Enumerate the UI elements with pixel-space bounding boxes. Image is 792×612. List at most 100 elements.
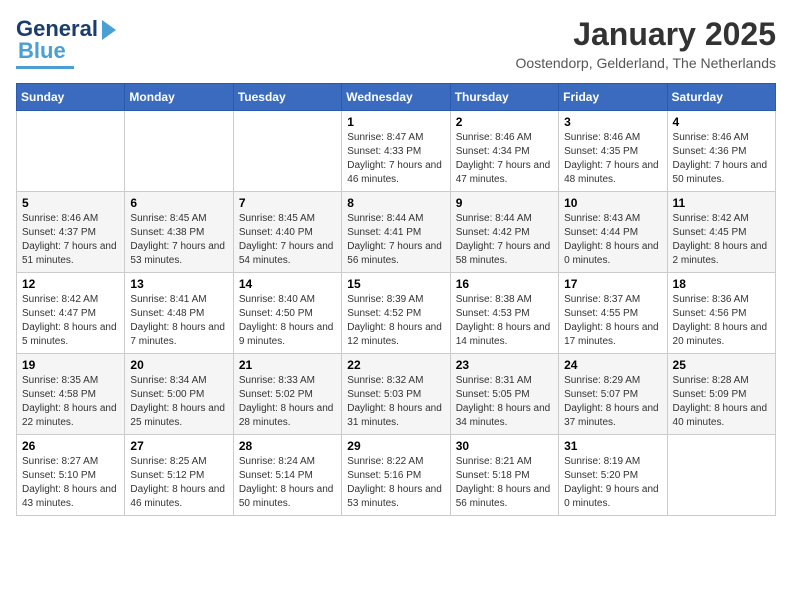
day-info-text: Sunset: 4:34 PM [456, 145, 553, 159]
day-info-text: Daylight: 8 hours and 22 minutes. [22, 402, 119, 430]
day-info-text: Daylight: 8 hours and 40 minutes. [673, 402, 770, 430]
day-info-text: Daylight: 8 hours and 20 minutes. [673, 321, 770, 349]
day-info-text: Sunset: 4:40 PM [239, 226, 336, 240]
table-row: 27Sunrise: 8:25 AMSunset: 5:12 PMDayligh… [125, 435, 233, 516]
table-row: 15Sunrise: 8:39 AMSunset: 4:52 PMDayligh… [342, 273, 450, 354]
day-info-text: Daylight: 7 hours and 50 minutes. [673, 159, 770, 187]
day-info-text: Sunset: 5:00 PM [130, 388, 227, 402]
day-info-text: Sunrise: 8:46 AM [564, 131, 661, 145]
day-info-text: Sunset: 5:05 PM [456, 388, 553, 402]
table-row [125, 111, 233, 192]
table-row: 13Sunrise: 8:41 AMSunset: 4:48 PMDayligh… [125, 273, 233, 354]
day-info-text: Daylight: 8 hours and 50 minutes. [239, 483, 336, 511]
day-info-text: Sunrise: 8:46 AM [22, 212, 119, 226]
day-info-text: Sunset: 5:07 PM [564, 388, 661, 402]
col-wednesday: Wednesday [342, 84, 450, 111]
day-number: 2 [456, 115, 553, 129]
day-info-text: Daylight: 7 hours and 58 minutes. [456, 240, 553, 268]
day-info-text: Sunset: 4:35 PM [564, 145, 661, 159]
day-info-text: Sunrise: 8:42 AM [673, 212, 770, 226]
day-info-text: Sunrise: 8:47 AM [347, 131, 444, 145]
day-number: 20 [130, 358, 227, 372]
day-number: 17 [564, 277, 661, 291]
day-info-text: Sunrise: 8:27 AM [22, 455, 119, 469]
day-info-text: Daylight: 8 hours and 14 minutes. [456, 321, 553, 349]
day-info-text: Sunset: 5:02 PM [239, 388, 336, 402]
day-info-text: Sunset: 4:44 PM [564, 226, 661, 240]
day-number: 15 [347, 277, 444, 291]
day-info-text: Sunset: 4:50 PM [239, 307, 336, 321]
day-info-text: Sunrise: 8:42 AM [22, 293, 119, 307]
day-info-text: Sunrise: 8:46 AM [673, 131, 770, 145]
title-block: January 2025 Oostendorp, Gelderland, The… [516, 16, 776, 71]
day-info-text: Sunset: 4:41 PM [347, 226, 444, 240]
day-info-text: Sunrise: 8:29 AM [564, 374, 661, 388]
day-info-text: Daylight: 8 hours and 2 minutes. [673, 240, 770, 268]
table-row [233, 111, 341, 192]
col-sunday: Sunday [17, 84, 125, 111]
day-number: 23 [456, 358, 553, 372]
day-number: 1 [347, 115, 444, 129]
day-number: 22 [347, 358, 444, 372]
table-row: 7Sunrise: 8:45 AMSunset: 4:40 PMDaylight… [233, 192, 341, 273]
table-row: 8Sunrise: 8:44 AMSunset: 4:41 PMDaylight… [342, 192, 450, 273]
day-number: 13 [130, 277, 227, 291]
day-info-text: Daylight: 8 hours and 9 minutes. [239, 321, 336, 349]
day-info-text: Sunrise: 8:21 AM [456, 455, 553, 469]
day-info-text: Sunrise: 8:40 AM [239, 293, 336, 307]
day-info-text: Sunset: 4:33 PM [347, 145, 444, 159]
table-row [667, 435, 775, 516]
day-info-text: Daylight: 8 hours and 28 minutes. [239, 402, 336, 430]
day-info-text: Sunrise: 8:43 AM [564, 212, 661, 226]
day-number: 25 [673, 358, 770, 372]
day-info-text: Sunset: 4:38 PM [130, 226, 227, 240]
day-info-text: Sunset: 4:48 PM [130, 307, 227, 321]
calendar-table: Sunday Monday Tuesday Wednesday Thursday… [16, 83, 776, 516]
day-number: 11 [673, 196, 770, 210]
day-info-text: Sunrise: 8:34 AM [130, 374, 227, 388]
day-info-text: Daylight: 8 hours and 53 minutes. [347, 483, 444, 511]
day-number: 6 [130, 196, 227, 210]
day-info-text: Sunset: 4:55 PM [564, 307, 661, 321]
day-info-text: Sunset: 4:45 PM [673, 226, 770, 240]
day-number: 24 [564, 358, 661, 372]
day-info-text: Sunset: 4:58 PM [22, 388, 119, 402]
table-row: 17Sunrise: 8:37 AMSunset: 4:55 PMDayligh… [559, 273, 667, 354]
table-row: 23 Sunrise: 8:31 AMSunset: 5:05 PMDayligh… [450, 354, 558, 435]
day-info-text: Daylight: 8 hours and 0 minutes. [564, 240, 661, 268]
day-info-text: Daylight: 8 hours and 25 minutes. [130, 402, 227, 430]
col-tuesday: Tuesday [233, 84, 341, 111]
logo-blue: Blue [18, 38, 66, 64]
day-info-text: Daylight: 7 hours and 56 minutes. [347, 240, 444, 268]
day-info-text: Sunrise: 8:19 AM [564, 455, 661, 469]
table-row: 20 Sunrise: 8:34 AMSunset: 5:00 PMDayligh… [125, 354, 233, 435]
table-row [17, 111, 125, 192]
calendar-header-row: Sunday Monday Tuesday Wednesday Thursday… [17, 84, 776, 111]
day-info-text: Sunset: 4:42 PM [456, 226, 553, 240]
logo: General Blue [16, 16, 118, 69]
day-info-text: Daylight: 9 hours and 0 minutes. [564, 483, 661, 511]
day-info-text: Sunset: 5:18 PM [456, 469, 553, 483]
day-info-text: Sunrise: 8:37 AM [564, 293, 661, 307]
table-row: 4Sunrise: 8:46 AMSunset: 4:36 PMDaylight… [667, 111, 775, 192]
day-number: 14 [239, 277, 336, 291]
day-info-text: Sunrise: 8:25 AM [130, 455, 227, 469]
day-info-text: Daylight: 7 hours and 46 minutes. [347, 159, 444, 187]
day-info-text: Sunrise: 8:41 AM [130, 293, 227, 307]
table-row: 29Sunrise: 8:22 AMSunset: 5:16 PMDayligh… [342, 435, 450, 516]
day-info-text: Sunrise: 8:36 AM [673, 293, 770, 307]
day-info-text: Daylight: 8 hours and 34 minutes. [456, 402, 553, 430]
table-row: 25Sunrise: 8:28 AMSunset: 5:09 PMDayligh… [667, 354, 775, 435]
day-info-text: Sunrise: 8:31 AM [456, 374, 553, 388]
table-row: 6Sunrise: 8:45 AMSunset: 4:38 PMDaylight… [125, 192, 233, 273]
page-header: General Blue January 2025 Oostendorp, Ge… [16, 16, 776, 71]
calendar-week-row: 26Sunrise: 8:27 AMSunset: 5:10 PMDayligh… [17, 435, 776, 516]
day-info-text: Sunrise: 8:44 AM [456, 212, 553, 226]
day-info-text: Sunset: 5:10 PM [22, 469, 119, 483]
table-row: 10Sunrise: 8:43 AMSunset: 4:44 PMDayligh… [559, 192, 667, 273]
day-info-text: Sunrise: 8:33 AM [239, 374, 336, 388]
table-row: 31Sunrise: 8:19 AMSunset: 5:20 PMDayligh… [559, 435, 667, 516]
day-number: 31 [564, 439, 661, 453]
col-friday: Friday [559, 84, 667, 111]
day-info-text: Sunrise: 8:28 AM [673, 374, 770, 388]
